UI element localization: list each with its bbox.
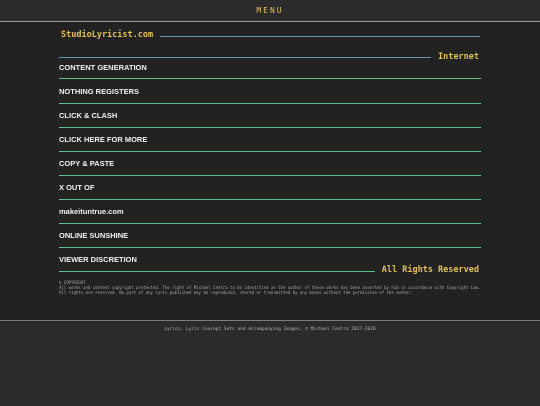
copyright-body: All works and content copyright protecte… [59, 285, 481, 295]
nav-divider [59, 103, 481, 104]
menu-button[interactable]: MENU [0, 6, 540, 15]
section-label-internet: Internet [438, 52, 479, 62]
page-footer: Lyrics, Lyric Concept Sets and Accompany… [0, 320, 540, 406]
nav-item-online-sunshine[interactable]: ONLINE SUNSHINE [59, 231, 128, 240]
nav-divider [59, 247, 481, 248]
section-label-rights: All Rights Reserved [381, 265, 479, 275]
nav-item-viewer-discretion[interactable]: VIEWER DISCRETION [59, 255, 137, 264]
nav-divider [59, 78, 481, 79]
nav-divider [59, 223, 481, 224]
title-divider [160, 36, 480, 37]
rights-divider [59, 271, 375, 272]
top-menu-bar: MENU [0, 0, 540, 22]
footer-credit: Lyrics, Lyric Concept Sets and Accompany… [164, 327, 376, 332]
nav-item-copy-and-paste[interactable]: COPY & PASTE [59, 159, 114, 168]
nav-item-x-out-of[interactable]: X OUT OF [59, 183, 94, 192]
internet-divider [59, 57, 431, 58]
nav-divider [59, 199, 481, 200]
nav-item-click-here-for-more[interactable]: CLICK HERE FOR MORE [59, 135, 147, 144]
nav-divider [59, 151, 481, 152]
nav-divider [59, 127, 481, 128]
nav-item-content-generation[interactable]: CONTENT GENERATION [59, 63, 147, 72]
nav-item-nothing-registers[interactable]: NOTHING REGISTERS [59, 87, 139, 96]
nav-item-makeituntrue[interactable]: makeituntrue.com [59, 207, 124, 216]
copyright-notice: © COPYRIGHT All works and content copyri… [59, 280, 481, 295]
nav-divider [59, 175, 481, 176]
nav-item-click-and-clash[interactable]: CLICK & CLASH [59, 111, 117, 120]
site-title[interactable]: StudioLyricist.com [61, 30, 153, 40]
